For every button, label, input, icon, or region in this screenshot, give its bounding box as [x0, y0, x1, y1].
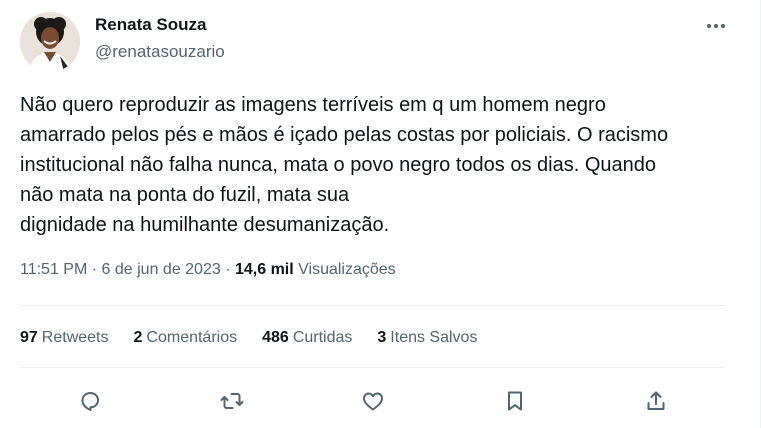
retweet-button[interactable] — [212, 381, 252, 421]
action-bar — [0, 381, 761, 421]
more-icon-dot — [721, 24, 725, 28]
retweet-icon — [220, 393, 244, 409]
share-icon — [647, 391, 665, 410]
more-icon — [707, 24, 711, 28]
bookmark-icon — [508, 391, 522, 411]
tweet-text-line: dignidade na humilhante desumanização. — [20, 214, 390, 236]
tweet-time[interactable]: 11:51 PM — [20, 261, 87, 278]
bookmarks-count: 3 — [377, 329, 387, 346]
retweets-label: Retweets — [41, 329, 109, 346]
author-handle[interactable]: @renatasouzario — [95, 42, 225, 62]
reply-button[interactable] — [70, 381, 110, 421]
bookmark-button[interactable] — [495, 381, 535, 421]
likes-label: Curtidas — [292, 329, 353, 346]
divider — [20, 305, 725, 306]
like-icon — [363, 392, 383, 411]
views-label: Visualizações — [298, 261, 396, 278]
tweet-text-line: não mata na ponta do fuzil, mata sua — [20, 184, 350, 206]
tweet-meta: 11:51 PM · 6 de jun de 2023 · 14,6 mil V… — [20, 261, 396, 279]
like-button[interactable] — [353, 381, 393, 421]
more-options-button[interactable] — [701, 14, 731, 38]
retweets-stat[interactable]: 97 Retweets — [20, 329, 109, 347]
comments-label: Comentários — [146, 329, 238, 346]
bookmarks-label: Itens Salvos — [390, 329, 478, 346]
views-count: 14,6 mil — [234, 261, 294, 278]
tweet-text-line: Não quero reproduzir as imagens terrívei… — [20, 94, 606, 116]
meta-separator: · — [225, 261, 231, 278]
bookmarks-stat[interactable]: 3 Itens Salvos — [377, 329, 477, 347]
meta-separator: · — [91, 261, 98, 278]
comments-stat[interactable]: 2 Comentários — [134, 329, 238, 347]
engagement-stats: 97 Retweets 2 Comentários 486 Curtidas 3 Ite… — [20, 329, 502, 347]
avatar-image — [20, 12, 80, 72]
tweet-card: Renata Souza @renatasouzario Não quero r… — [0, 0, 761, 428]
divider — [20, 367, 725, 368]
tweet-text: Não quero reproduzir as imagens terrívei… — [20, 90, 745, 240]
more-icon-dot — [714, 24, 718, 28]
retweets-count: 97 — [20, 329, 38, 346]
tweet-text-line: institucional não falha nunca, mata o po… — [20, 154, 656, 176]
reply-icon — [81, 392, 99, 411]
comments-count: 2 — [133, 329, 143, 346]
tweet-text-line: amarrado pelos pés e mãos é içado pelas … — [20, 124, 669, 146]
share-button[interactable] — [636, 381, 676, 421]
likes-count: 486 — [262, 329, 289, 346]
tweet-date[interactable]: 6 de jun de 2023 — [102, 261, 221, 278]
author-name[interactable]: Renata Souza — [95, 15, 206, 35]
likes-stat[interactable]: 486 Curtidas — [262, 329, 352, 347]
avatar[interactable] — [20, 12, 80, 72]
